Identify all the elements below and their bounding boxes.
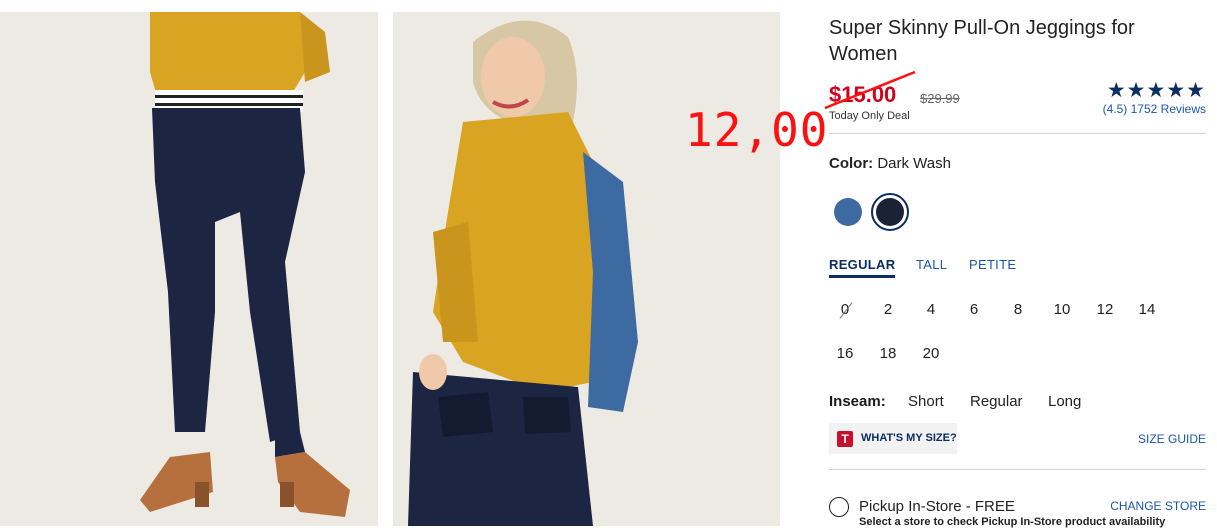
color-swatch-dark-wash[interactable] [871,193,909,231]
product-title: Super Skinny Pull-On Jeggings for Women [829,17,1135,65]
product-image-front[interactable] [0,12,378,526]
color-value: Dark Wash [877,155,951,172]
color-row: Color: Dark Wash [829,155,951,172]
inseam-label: Inseam: [829,393,886,410]
size-option-12[interactable]: 12 [1090,301,1120,318]
size-option-0[interactable]: 0 [830,301,860,318]
size-option-6[interactable]: 6 [959,301,989,318]
change-store-link[interactable]: CHANGE STORE [1110,499,1206,513]
inseam-short[interactable]: Short [908,393,944,410]
color-label: Color: [829,155,874,172]
tab-petite[interactable]: PETITE [969,257,1016,272]
size-option-2[interactable]: 2 [873,301,903,318]
color-swatch-medium-wash[interactable] [834,198,862,226]
size-option-18[interactable]: 18 [873,345,903,362]
pickup-label: Pickup In-Store - FREE [859,498,1015,515]
pickup-radio[interactable] [829,497,849,517]
pickup-note: Select a store to check Pickup In-Store … [859,516,1166,528]
truefit-logo-icon: T [837,431,853,447]
product-image-back[interactable] [393,12,780,526]
original-price: $29.99 [920,91,960,106]
tab-tall[interactable]: TALL [916,257,947,272]
product-details-panel: Super Skinny Pull-On Jeggings for Women … [824,0,1206,528]
price-annotation: 12,00 [685,103,829,157]
whats-my-size-label: WHAT'S MY SIZE? [861,432,957,444]
size-option-16[interactable]: 16 [830,345,860,362]
inseam-long[interactable]: Long [1048,393,1081,410]
whats-my-size-button[interactable]: T WHAT'S MY SIZE? [829,423,957,454]
divider [829,133,1206,134]
size-guide-link[interactable]: SIZE GUIDE [1138,432,1206,446]
size-option-8[interactable]: 8 [1003,301,1033,318]
reviews-link[interactable]: (4.5) 1752 Reviews [1103,102,1206,116]
deal-label: Today Only Deal [829,110,910,122]
size-option-20[interactable]: 20 [916,345,946,362]
price-strikethrough-annotation [824,70,916,110]
size-option-4[interactable]: 4 [916,301,946,318]
star-rating-icon: ★★★★★ [1106,79,1206,102]
inseam-regular[interactable]: Regular [970,393,1023,410]
size-option-14[interactable]: 14 [1132,301,1162,318]
divider [829,469,1206,470]
size-option-10[interactable]: 10 [1047,301,1077,318]
tab-regular[interactable]: REGULAR [829,257,896,278]
